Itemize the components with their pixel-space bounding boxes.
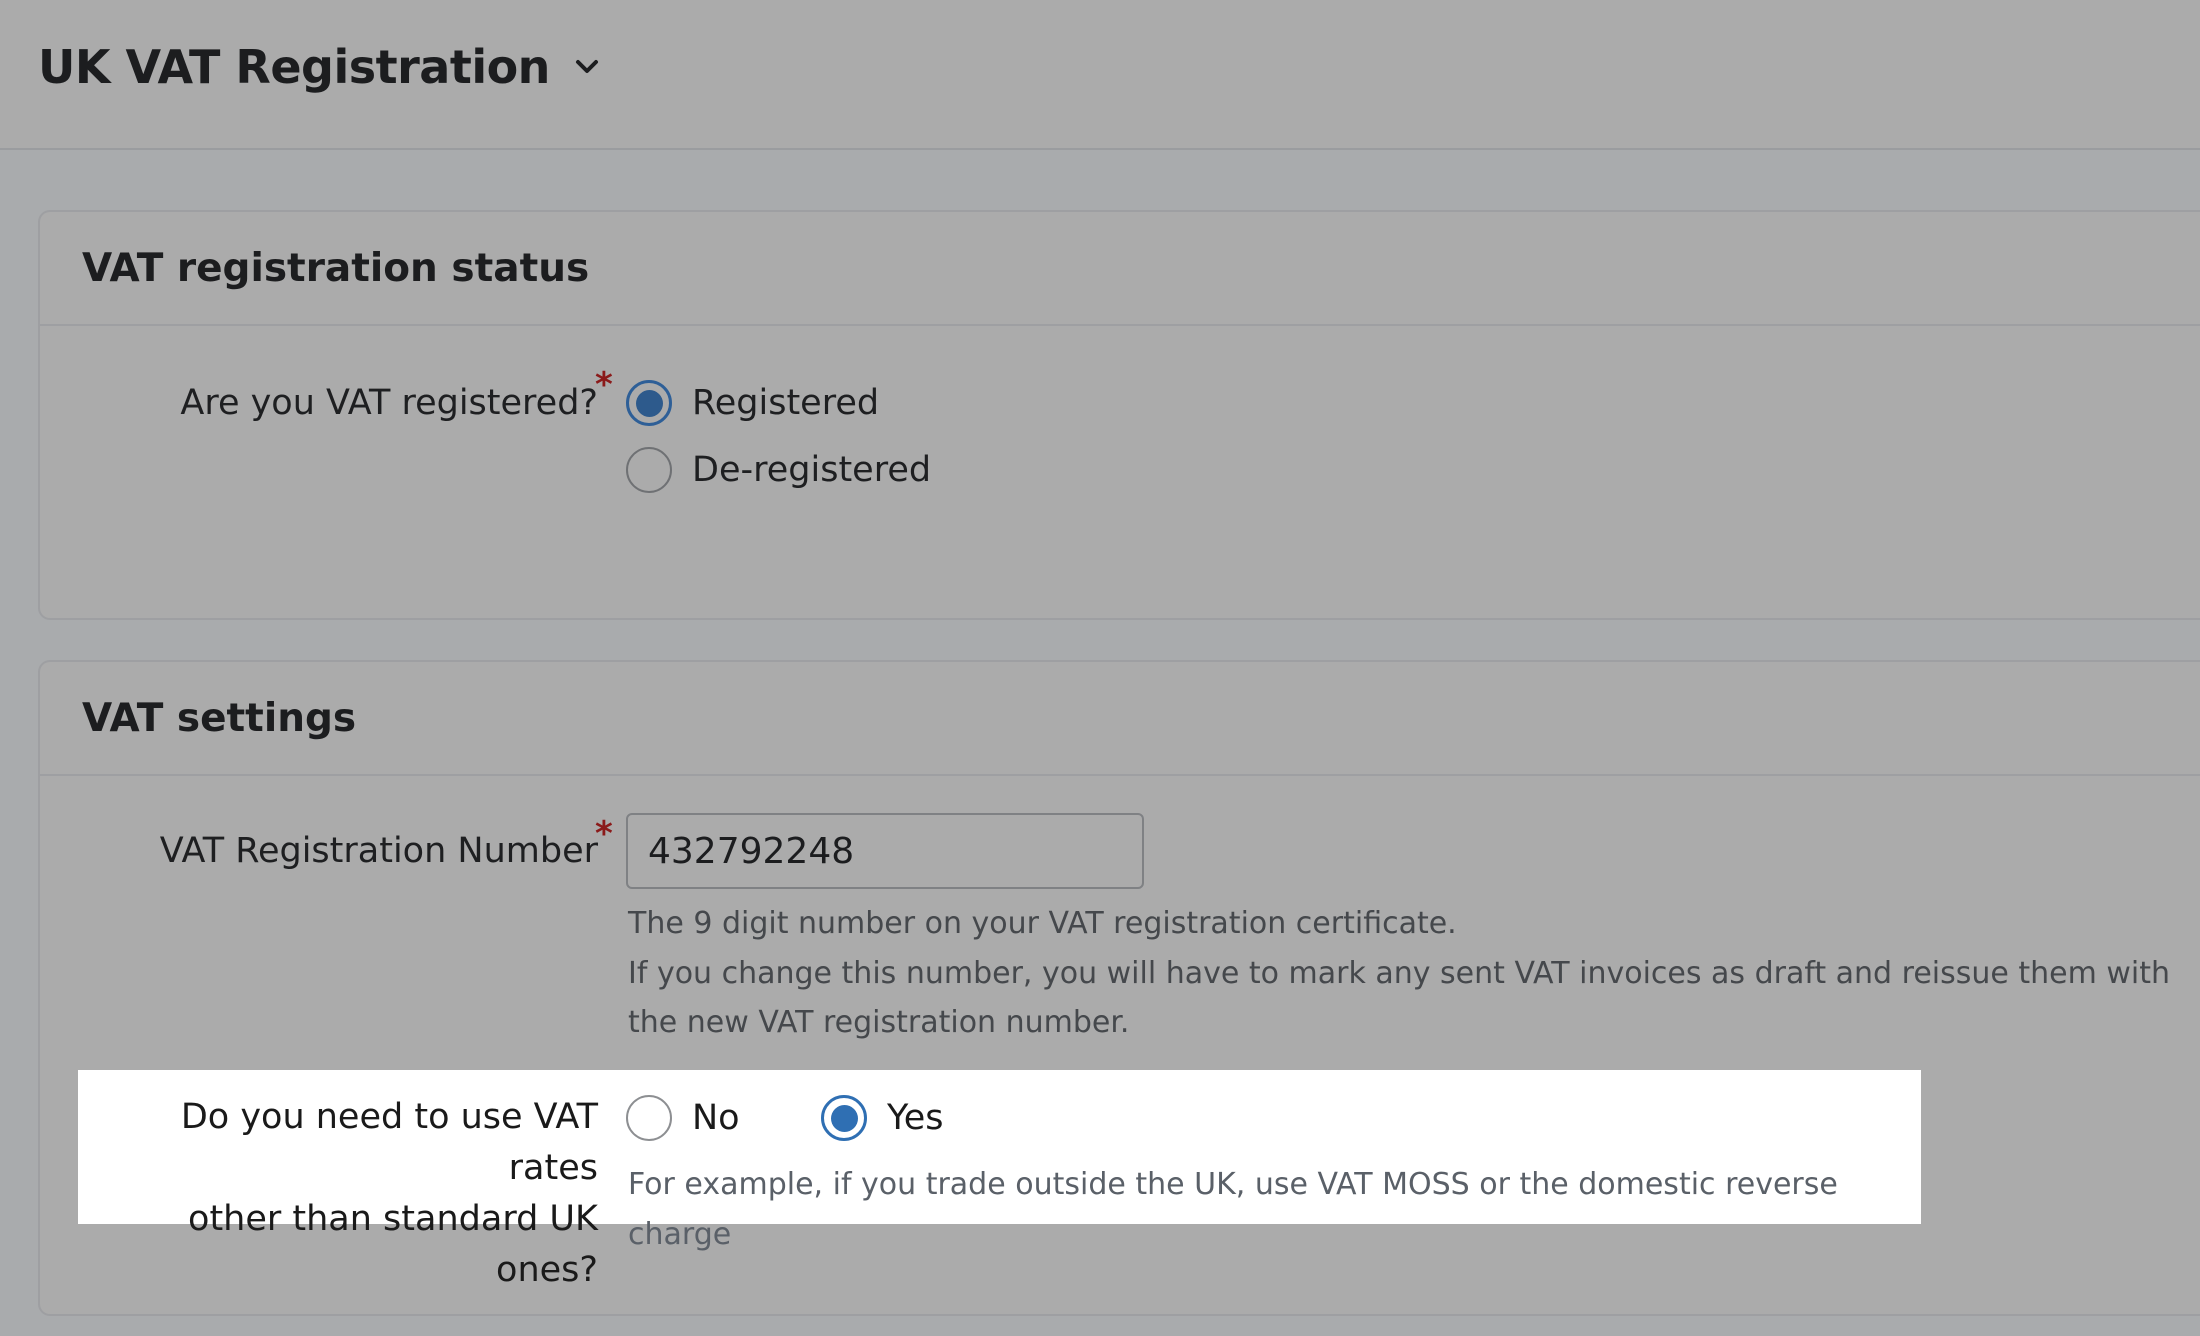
card-title: VAT settings bbox=[82, 695, 357, 741]
vat-number-input[interactable] bbox=[626, 813, 1144, 889]
vat-registered-label: Are you VAT registered? bbox=[180, 383, 598, 423]
radio-button-checked[interactable] bbox=[626, 380, 672, 426]
other-vat-rates-label: Do you need to use VAT rates other than … bbox=[96, 1092, 598, 1296]
chevron-down-icon[interactable] bbox=[572, 52, 602, 82]
label-line: Do you need to use VAT rates bbox=[180, 1097, 598, 1188]
page-title: UK VAT Registration bbox=[38, 40, 550, 94]
required-asterisk: * bbox=[595, 814, 613, 854]
radio-button-checked[interactable] bbox=[821, 1095, 867, 1141]
radio-de-registered[interactable]: De-registered bbox=[626, 447, 931, 493]
radio-label[interactable]: De-registered bbox=[692, 450, 931, 490]
radio-registered[interactable]: Registered bbox=[626, 380, 879, 426]
radio-label[interactable]: Yes bbox=[887, 1098, 944, 1138]
radio-no[interactable]: No bbox=[626, 1095, 740, 1141]
radio-yes[interactable]: Yes bbox=[821, 1095, 944, 1141]
card-header: VAT registration status bbox=[40, 212, 2200, 326]
page-title-dropdown[interactable]: UK VAT Registration bbox=[38, 40, 602, 94]
required-asterisk: * bbox=[595, 365, 613, 405]
other-vat-rates-hint: For example, if you trade outside the UK… bbox=[628, 1167, 1838, 1252]
vat-number-hint-3: the new VAT registration number. bbox=[628, 1005, 1130, 1040]
vat-number-hint-1: The 9 digit number on your VAT registrat… bbox=[628, 906, 1457, 941]
label-line: other than standard UK ones? bbox=[188, 1199, 598, 1290]
vat-number-hint-2: If you change this number, you will have… bbox=[628, 956, 2171, 991]
other-vat-rates-row: Do you need to use VAT rates other than … bbox=[78, 1070, 1921, 1290]
card-title: VAT registration status bbox=[82, 245, 590, 291]
radio-label[interactable]: No bbox=[692, 1098, 740, 1138]
card-header: VAT settings bbox=[40, 662, 2200, 776]
radio-label[interactable]: Registered bbox=[692, 383, 879, 423]
page-header: UK VAT Registration bbox=[0, 0, 2200, 150]
vat-number-label: VAT Registration Number bbox=[159, 831, 598, 871]
radio-button[interactable] bbox=[626, 1095, 672, 1141]
radio-button[interactable] bbox=[626, 447, 672, 493]
